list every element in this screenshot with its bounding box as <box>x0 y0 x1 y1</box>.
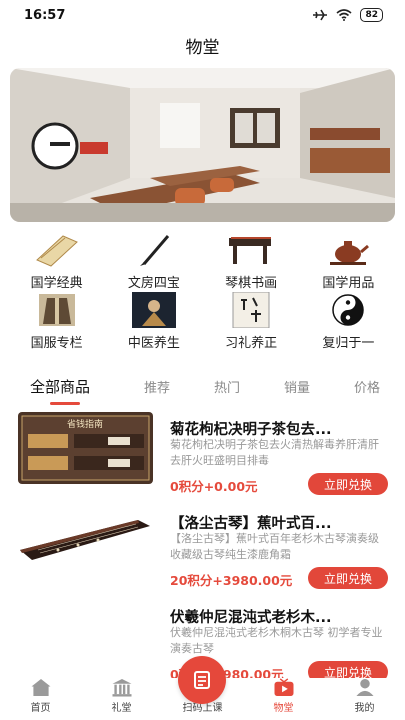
category-label: 国学经典 <box>30 276 83 291</box>
herbal-icon <box>130 292 178 328</box>
nav-label: 物堂 <box>273 703 294 714</box>
guqin-icon <box>227 232 275 268</box>
tab-label: 价格 <box>354 380 381 396</box>
product-description: 菊花枸杞决明子茶包去火清热解毒养肝清肝去肝火旺盛明目排毒 <box>170 438 379 467</box>
scroll-icon <box>33 232 81 268</box>
user-icon <box>355 678 374 697</box>
category-item-classics[interactable]: 国学经典 <box>8 232 105 291</box>
category-label: 习礼养正 <box>225 336 278 351</box>
status-time: 16:57 <box>24 7 66 23</box>
nav-label: 礼堂 <box>111 703 132 714</box>
banner-image[interactable] <box>10 68 395 222</box>
calligraphy-icon <box>227 292 275 328</box>
battery-icon: 82 <box>360 8 383 22</box>
tab-label: 全部商品 <box>30 377 91 396</box>
nav-hall[interactable]: 礼堂 <box>81 678 162 720</box>
nav-label: 首页 <box>30 703 51 714</box>
nav-profile[interactable]: 我的 <box>324 678 405 720</box>
product-item[interactable]: 【洛尘古琴】蕉叶式百... 【洛尘古琴】蕉叶式百年老杉木古琴演奏级收藏级古琴纯生… <box>0 504 405 592</box>
tab-all[interactable]: 全部商品 <box>30 376 122 405</box>
page-title: 物堂 <box>185 37 220 58</box>
nav-shop[interactable]: 物堂 <box>243 678 324 720</box>
nav-label: 我的 <box>354 703 375 714</box>
category-item-arts[interactable]: 琴棋书画 <box>203 232 300 291</box>
thumbnail-caption: 省钱指南 <box>67 418 103 430</box>
yinyang-icon <box>324 292 372 328</box>
category-item-clothing[interactable]: 国服专栏 <box>8 292 105 351</box>
active-tab-indicator <box>50 401 80 405</box>
category-label: 复归于一 <box>322 336 375 351</box>
category-item-stationery[interactable]: 文房四宝 <box>105 232 202 291</box>
category-label: 国服专栏 <box>30 336 83 351</box>
product-thumbnail <box>18 506 153 578</box>
wifi-icon <box>336 9 352 21</box>
tab-label: 销量 <box>284 380 311 396</box>
product-item[interactable]: 省钱指南 菊花枸杞决明子茶包去... 菊花枸杞决明子茶包去火清热解毒养肝清肝去肝… <box>0 410 405 498</box>
product-title: 伏羲仲尼混沌式老杉木... <box>170 610 332 626</box>
product-description: 【洛尘古琴】蕉叶式百年老杉木古琴演奏级收藏级古琴纯生漆鹿角霜 <box>170 532 379 561</box>
category-item-supplies[interactable]: 国学用品 <box>300 232 397 291</box>
tab-recommended[interactable]: 推荐 <box>144 377 170 396</box>
page-title-bar: 物堂 <box>0 30 405 60</box>
home-icon <box>31 678 50 697</box>
status-icons: 82 <box>312 8 383 22</box>
category-item-unity[interactable]: 复归于一 <box>300 292 397 351</box>
product-thumbnail: 省钱指南 <box>18 412 153 484</box>
tab-label: 推荐 <box>144 380 171 396</box>
category-label: 琴棋书画 <box>225 276 278 291</box>
teapot-icon <box>324 232 372 268</box>
category-label: 中医养生 <box>127 336 180 351</box>
scan-icon <box>194 671 210 689</box>
category-label: 文房四宝 <box>127 276 180 291</box>
product-title: 菊花枸杞决明子茶包去... <box>170 422 332 438</box>
product-title: 【洛尘古琴】蕉叶式百... <box>170 516 332 532</box>
scan-button[interactable] <box>178 656 226 704</box>
video-icon <box>274 678 293 697</box>
status-bar: 16:57 82 <box>0 0 405 30</box>
product-price: 0积分+0.00元 <box>170 479 258 494</box>
redeem-button[interactable]: 立即兑换 <box>308 567 388 589</box>
category-item-medicine[interactable]: 中医养生 <box>105 292 202 351</box>
airplane-icon <box>313 9 328 21</box>
product-tabs: 全部商品 推荐 热门 销量 价格 <box>0 370 405 405</box>
tab-label: 热门 <box>214 380 241 396</box>
product-description: 伏羲仲尼混沌式老杉木桐木古琴 初学者专业演奏古琴 <box>170 626 383 655</box>
category-label: 国学用品 <box>322 276 375 291</box>
redeem-button[interactable]: 立即兑换 <box>308 473 388 495</box>
product-price: 20积分+3980.00元 <box>170 573 293 588</box>
hall-icon <box>112 678 131 697</box>
category-grid: 国学经典 文房四宝 琴棋书画 国学用品 国服专栏 中医养生 习礼养正 复归于一 <box>0 232 405 351</box>
tab-price[interactable]: 价格 <box>354 377 380 396</box>
robe-icon <box>33 292 81 328</box>
tab-sales[interactable]: 销量 <box>284 377 310 396</box>
brush-icon <box>130 232 178 268</box>
category-item-etiquette[interactable]: 习礼养正 <box>203 292 300 351</box>
tab-hot[interactable]: 热门 <box>214 377 240 396</box>
nav-home[interactable]: 首页 <box>0 678 81 720</box>
